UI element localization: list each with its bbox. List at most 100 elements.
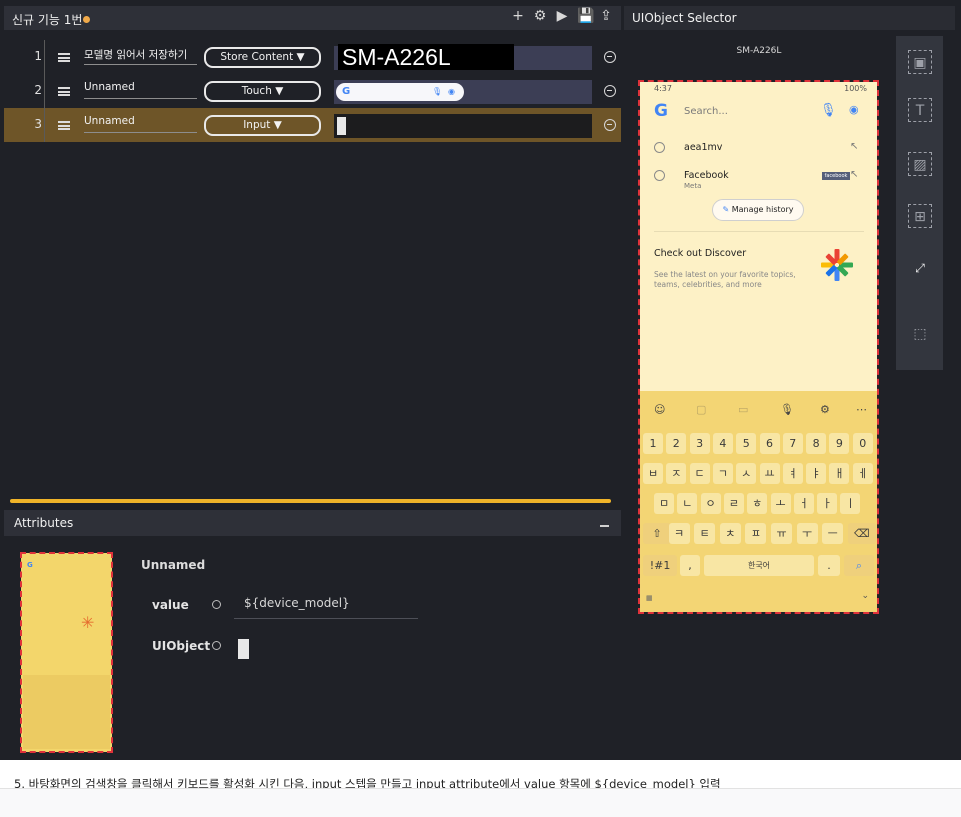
keyboard[interactable]: ☺ ▢ ▭ 🎙 ⚙ ⋯ 1234567890 ㅂㅈㄷㄱㅅㅛㅕㅑㅐㅔㅁㄴㅇㄹㅎㅗㅓㅏ… xyxy=(640,391,877,612)
comma-key[interactable]: , xyxy=(680,555,700,576)
help-icon[interactable] xyxy=(212,641,221,650)
export-icon[interactable]: ⇪ xyxy=(599,8,613,24)
crop-select-icon[interactable]: ⬚ xyxy=(908,322,932,346)
step-name-input[interactable]: 모델명 읽어서 저장하기 xyxy=(84,47,197,65)
save-icon[interactable]: 💾 xyxy=(577,8,594,24)
step-row[interactable]: 2 Unnamed Touch ▼ G 🎙 ◉ xyxy=(4,74,621,108)
settings-icon[interactable]: ⚙ xyxy=(533,8,547,24)
keyboard-key[interactable]: ㅋ xyxy=(668,523,690,544)
play-icon[interactable]: ▶ xyxy=(555,8,569,24)
keyboard-key[interactable]: ㅎ xyxy=(747,493,768,514)
space-key[interactable]: 한국어 xyxy=(704,555,814,576)
keyboard-key[interactable]: ㄴ xyxy=(677,493,698,514)
keyboard-key[interactable]: 5 xyxy=(736,433,757,454)
select-object-icon[interactable]: ▣ xyxy=(908,50,932,74)
keyboard-key[interactable]: ㅜ xyxy=(796,523,818,544)
suggestion-item[interactable]: Facebook Meta facebook ↖ xyxy=(654,168,868,196)
keyboard-key[interactable]: ㄹ xyxy=(723,493,744,514)
keyboard-key[interactable]: 3 xyxy=(689,433,710,454)
history-icon xyxy=(654,142,665,153)
keyboard-key[interactable]: ㅡ xyxy=(822,523,844,544)
uiobject-thumbnail[interactable] xyxy=(238,639,249,659)
help-icon[interactable] xyxy=(212,600,221,609)
keyboard-key[interactable]: ㅕ xyxy=(782,463,803,484)
keyboard-key[interactable]: ㅂ xyxy=(643,463,663,484)
fill-arrow-icon[interactable]: ↖ xyxy=(850,141,858,152)
keyboard-key[interactable]: ㅇ xyxy=(700,493,721,514)
step-row-selected[interactable]: 3 Unnamed Input ▼ xyxy=(4,108,621,142)
google-search-bar[interactable]: G Search... 🎙 ◉ xyxy=(644,95,873,129)
search-key-icon[interactable]: ⌕ xyxy=(844,555,874,576)
keyboard-key[interactable]: 2 xyxy=(666,433,687,454)
hide-keyboard-icon[interactable]: ⌄ xyxy=(861,591,869,601)
keyboard-key[interactable]: ㅔ xyxy=(852,463,873,484)
keyboard-key[interactable]: ㅈ xyxy=(666,463,687,484)
lens-icon[interactable]: ◉ xyxy=(849,103,859,116)
select-grid-icon[interactable]: ⊞ xyxy=(908,204,932,228)
fill-arrow-icon[interactable]: ↖ xyxy=(850,169,858,180)
mic-icon[interactable]: 🎙 xyxy=(820,103,837,118)
keyboard-key[interactable]: 8 xyxy=(806,433,827,454)
keyboard-key[interactable]: ㅣ xyxy=(840,493,861,514)
remove-step-icon[interactable] xyxy=(604,85,616,97)
drag-handle-icon[interactable] xyxy=(58,121,70,130)
suggestion-item[interactable]: aea1mv ↖ xyxy=(654,140,868,162)
step-number: 3 xyxy=(34,117,42,131)
step-action-dropdown[interactable]: Input ▼ xyxy=(204,115,321,136)
select-image-icon[interactable]: ▨ xyxy=(908,152,932,176)
add-step-icon[interactable]: + xyxy=(511,8,525,24)
keyboard-key[interactable]: ㅑ xyxy=(806,463,827,484)
caption-area: 5. 바탕화면의 검색창을 클릭해서 키보드를 활성화 시킨 다음, input… xyxy=(0,760,961,817)
period-key[interactable]: . xyxy=(818,555,840,576)
keyboard-key[interactable]: ㅌ xyxy=(694,523,716,544)
manage-history-button[interactable]: ✎ Manage history xyxy=(712,199,804,221)
shift-key[interactable]: ⇧ xyxy=(643,523,671,544)
step-name-input[interactable]: Unnamed xyxy=(84,81,197,99)
step-target-preview[interactable]: SM-A226L xyxy=(334,44,592,70)
drag-handle-icon[interactable] xyxy=(58,87,70,96)
keyboard-settings-icon[interactable]: ⚙ xyxy=(820,403,830,416)
keyboard-key[interactable]: ㅊ xyxy=(719,523,741,544)
sticker-icon[interactable]: ▢ xyxy=(696,403,706,416)
value-input[interactable]: ${device_model} xyxy=(234,590,418,619)
step-row[interactable]: 1 모델명 읽어서 저장하기 Store Content ▼ SM-A226L xyxy=(4,40,621,74)
keyboard-key[interactable]: ㅏ xyxy=(817,493,838,514)
keyboard-key[interactable]: ㅐ xyxy=(829,463,850,484)
keyboard-key[interactable]: ㅁ xyxy=(654,493,674,514)
step-target-preview[interactable]: G 🎙 ◉ xyxy=(334,80,592,104)
keyboard-key[interactable]: 1 xyxy=(643,433,663,454)
drag-handle-icon[interactable] xyxy=(58,53,70,62)
emoji-icon[interactable]: ☺ xyxy=(654,403,665,416)
more-icon[interactable]: ⋯ xyxy=(856,403,867,416)
gif-icon[interactable]: ▭ xyxy=(738,403,748,416)
keyboard-key[interactable]: ㅛ xyxy=(759,463,780,484)
keyboard-key[interactable]: 4 xyxy=(712,433,733,454)
attribute-step-name: Unnamed xyxy=(141,558,206,572)
value-label: value xyxy=(152,598,189,612)
remove-step-icon[interactable] xyxy=(604,51,616,63)
keyboard-key[interactable]: ㅗ xyxy=(770,493,791,514)
step-name-input[interactable]: Unnamed xyxy=(84,115,197,133)
keyboard-key[interactable]: ㅓ xyxy=(793,493,814,514)
step-action-dropdown[interactable]: Touch ▼ xyxy=(204,81,321,102)
step-target-preview[interactable] xyxy=(334,114,592,138)
remove-step-icon[interactable] xyxy=(604,119,616,131)
panel-splitter[interactable] xyxy=(10,499,611,503)
keyboard-key[interactable]: 0 xyxy=(852,433,873,454)
keyboard-key[interactable]: ㄷ xyxy=(689,463,710,484)
symbols-key[interactable]: !#1 xyxy=(643,555,677,576)
fullscreen-icon[interactable]: ⤢ xyxy=(908,256,932,280)
step-action-dropdown[interactable]: Store Content ▼ xyxy=(204,47,321,68)
keyboard-key[interactable]: ㄱ xyxy=(712,463,733,484)
keyboard-key[interactable]: ㅠ xyxy=(771,523,792,544)
collapse-icon[interactable] xyxy=(600,525,609,527)
keyboard-key[interactable]: ㅍ xyxy=(745,523,767,544)
device-screen[interactable]: 4:37 100% G Search... 🎙 ◉ aea1mv ↖ Faceb… xyxy=(638,80,879,614)
select-text-icon[interactable]: T xyxy=(908,98,932,122)
keyboard-key[interactable]: 6 xyxy=(759,433,780,454)
keyboard-key[interactable]: 7 xyxy=(782,433,803,454)
voice-icon[interactable]: 🎙 xyxy=(780,403,794,416)
keyboard-key[interactable]: ㅅ xyxy=(736,463,757,484)
backspace-key[interactable]: ⌫ xyxy=(847,523,876,544)
keyboard-key[interactable]: 9 xyxy=(829,433,850,454)
